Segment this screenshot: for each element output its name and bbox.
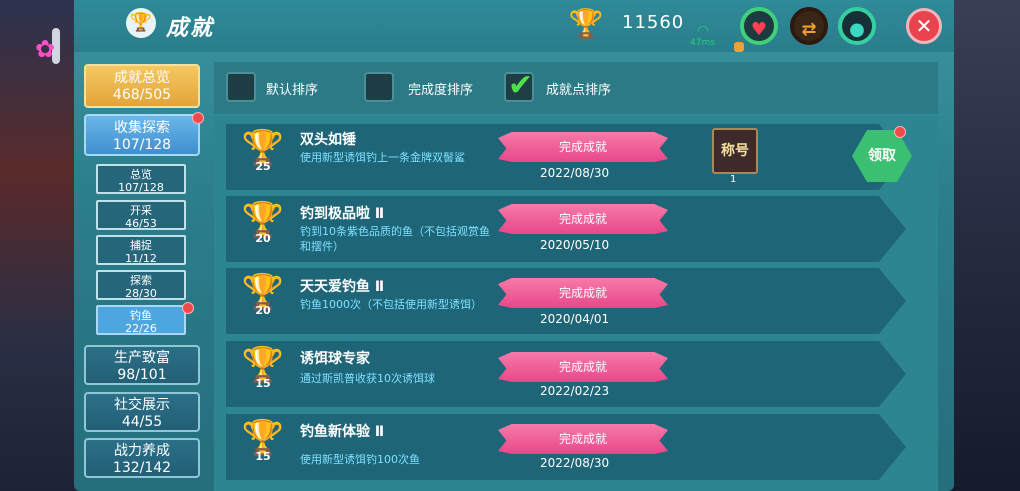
sub-item-count: 107/128 bbox=[118, 181, 164, 194]
sidebar-item-combat[interactable]: 战力养成 132/142 bbox=[84, 438, 200, 478]
title-reward[interactable]: 称号 bbox=[712, 128, 758, 174]
status-ribbon: 完成成就 bbox=[498, 132, 668, 162]
sub-item-explore[interactable]: 探索 28/30 bbox=[96, 270, 186, 300]
sub-item-overview[interactable]: 总览 107/128 bbox=[96, 164, 186, 194]
status-ribbon: 完成成就 bbox=[498, 352, 668, 382]
reward-count: 1 bbox=[730, 174, 737, 185]
sidebar-item-production[interactable]: 生产致富 98/101 bbox=[84, 345, 200, 385]
sidebar-item-label: 成就总览 bbox=[114, 70, 170, 86]
sub-item-count: 46/53 bbox=[125, 217, 157, 230]
status-ribbon: 完成成就 bbox=[498, 278, 668, 308]
sidebar-item-label: 生产致富 bbox=[114, 350, 170, 366]
sort-default-label: 默认排序 bbox=[266, 83, 319, 98]
sub-item-count: 22/26 bbox=[125, 322, 157, 335]
sub-item-label: 捕捉 bbox=[130, 239, 152, 252]
achievement-desc: 使用新型诱饵钓上一条金牌双髻鲨 bbox=[300, 151, 465, 164]
achievement-desc: 通过斯凯普收获10次诱饵球 bbox=[300, 372, 435, 385]
achievement-desc: 使用新型诱饵钓100次鱼 bbox=[300, 453, 420, 466]
notification-dot bbox=[182, 302, 194, 314]
trophy-icon: 🏆 bbox=[126, 8, 156, 38]
trophy-icon: 🏆 15 bbox=[238, 345, 288, 401]
sidebar-item-label: 收集探索 bbox=[114, 120, 170, 136]
heart-icon[interactable]: ♥ bbox=[740, 7, 778, 45]
water-drop-icon[interactable]: ● bbox=[838, 7, 876, 45]
bow-icon: ✿ bbox=[34, 35, 56, 63]
sub-item-label: 钓鱼 bbox=[130, 309, 152, 322]
achievement-name: 天天爱钓鱼 Ⅱ bbox=[300, 279, 385, 295]
swap-icon[interactable]: ⇄ bbox=[790, 7, 828, 45]
notification-dot bbox=[894, 126, 906, 138]
sidebar-item-count: 107/128 bbox=[112, 137, 172, 153]
sub-item-label: 开采 bbox=[130, 204, 152, 217]
sort-completion-checkbox[interactable] bbox=[364, 72, 394, 102]
achievement-date: 2020/04/01 bbox=[540, 312, 610, 326]
sidebar-item-collect[interactable]: 收集探索 107/128 bbox=[84, 114, 200, 156]
close-button[interactable]: ✕ bbox=[906, 8, 942, 44]
ping-label: 47ms bbox=[690, 38, 715, 48]
status-badge bbox=[734, 42, 744, 52]
sub-item-count: 28/30 bbox=[125, 287, 157, 300]
achievement-desc: 钓鱼1000次（不包括使用新型诱饵） bbox=[300, 298, 482, 311]
sub-item-fishing[interactable]: 钓鱼 22/26 bbox=[96, 305, 186, 335]
sort-default-checkbox[interactable] bbox=[226, 72, 256, 102]
notification-dot bbox=[192, 112, 204, 124]
gold-trophy-icon: 🏆 bbox=[568, 7, 604, 40]
trophy-icon: 🏆 25 bbox=[238, 128, 288, 184]
sort-completion-label: 完成度排序 bbox=[408, 83, 474, 98]
status-ribbon: 完成成就 bbox=[498, 204, 668, 234]
sidebar-item-label: 战力养成 bbox=[114, 443, 170, 459]
sidebar-item-label: 社交展示 bbox=[114, 397, 170, 413]
sub-item-mining[interactable]: 开采 46/53 bbox=[96, 200, 186, 230]
achievement-date: 2022/08/30 bbox=[540, 166, 610, 180]
sidebar-item-count: 468/505 bbox=[112, 87, 172, 103]
trophy-icon: 🏆 20 bbox=[238, 272, 288, 328]
achievement-desc: 钓到10条紫色品质的鱼（不包括观赏鱼和摆件） bbox=[300, 225, 490, 253]
sidebar-item-count: 132/142 bbox=[112, 460, 172, 476]
page-title: 成就 bbox=[166, 16, 215, 41]
achievement-date: 2020/05/10 bbox=[540, 238, 610, 252]
sidebar-item-count: 98/101 bbox=[117, 367, 167, 383]
sub-item-label: 总览 bbox=[130, 168, 152, 181]
achievement-name: 钓鱼新体验 Ⅱ bbox=[300, 424, 385, 440]
sort-points-checkbox[interactable] bbox=[504, 68, 534, 103]
achievement-points: 11560 bbox=[622, 12, 685, 33]
achievement-date: 2022/08/30 bbox=[540, 456, 610, 470]
trophy-icon: 🏆 20 bbox=[238, 200, 288, 256]
sidebar-item-social[interactable]: 社交展示 44/55 bbox=[84, 392, 200, 432]
status-ribbon: 完成成就 bbox=[498, 424, 668, 454]
achievement-date: 2022/02/23 bbox=[540, 384, 610, 398]
achievement-name: 诱饵球专家 bbox=[300, 351, 370, 367]
sub-item-catching[interactable]: 捕捉 11/12 bbox=[96, 235, 186, 265]
sub-item-count: 11/12 bbox=[125, 252, 157, 265]
sub-item-label: 探索 bbox=[130, 274, 152, 287]
sidebar-item-overview[interactable]: 成就总览 468/505 bbox=[84, 64, 200, 108]
sort-points-label: 成就点排序 bbox=[546, 83, 612, 98]
sidebar-item-count: 44/55 bbox=[121, 414, 163, 430]
achievement-name: 双头如锤 bbox=[300, 132, 356, 148]
trophy-icon: 🏆 15 bbox=[238, 418, 288, 474]
achievement-name: 钓到极品啦 Ⅱ bbox=[300, 206, 385, 222]
left-background bbox=[0, 0, 80, 491]
